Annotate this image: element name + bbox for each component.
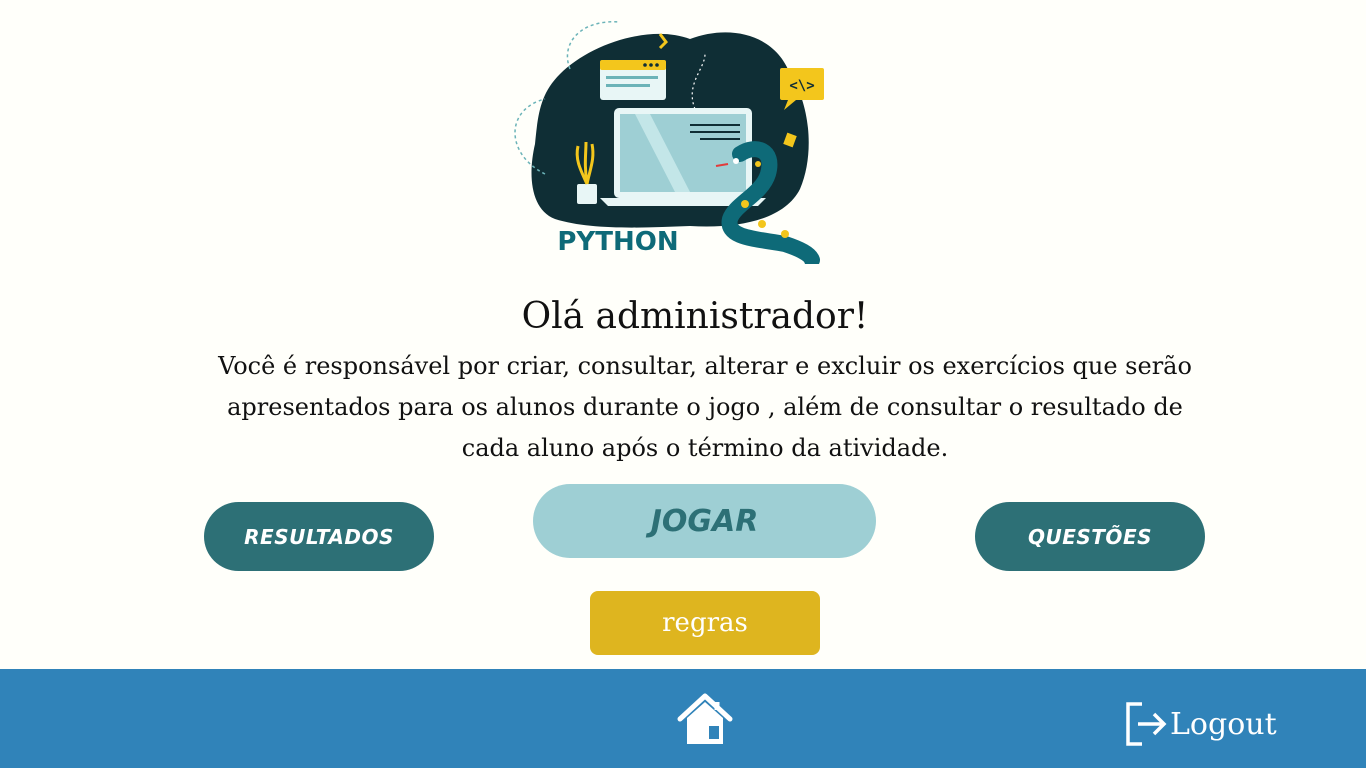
logout-button[interactable]: Logout bbox=[1124, 700, 1277, 748]
page-title: Olá administrador! bbox=[521, 296, 869, 337]
home-icon[interactable] bbox=[677, 692, 733, 746]
logout-label: Logout bbox=[1170, 706, 1277, 742]
results-button[interactable]: RESULTADOS bbox=[204, 502, 434, 571]
python-logo-text: PYTHON bbox=[557, 227, 678, 257]
rules-button[interactable]: regras bbox=[590, 591, 820, 655]
svg-text:<\>: <\> bbox=[789, 78, 814, 94]
python-illustration-icon: <\> PYTHON bbox=[514, 21, 824, 264]
play-button[interactable]: JOGAR bbox=[533, 484, 876, 558]
admin-description: Você é responsável por criar, consultar,… bbox=[218, 352, 1192, 462]
logout-icon bbox=[1126, 702, 1167, 746]
questions-button[interactable]: QUESTÕES bbox=[975, 502, 1205, 571]
admin-home-page: <\> PYTHON Olá administrador! Você é res… bbox=[0, 0, 1366, 768]
